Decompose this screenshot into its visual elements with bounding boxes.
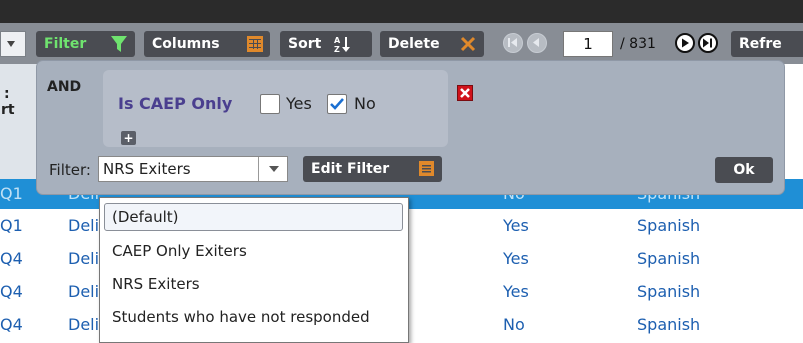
filter-dropdown-list: (Default) CAEP Only Exiters NRS Exiters … [99,197,409,343]
header-fragment: : [4,86,10,102]
page-total: / 831 [620,36,656,52]
dropdown-arrow-icon [7,41,15,47]
columns-button[interactable]: Columns [144,31,270,57]
svg-text:Z: Z [334,45,340,53]
dropdown-option-caep-only-exiters[interactable]: CAEP Only Exiters [112,242,247,260]
row-cell: Deli [68,282,100,301]
last-page-icon [703,38,712,48]
filter-button-label: Filter [44,36,87,52]
columns-grid-icon [247,36,263,52]
row-cell: Yes [503,249,529,268]
grid-header: : rt [0,64,36,180]
edit-filter-icon [419,161,434,176]
remove-condition-button[interactable] [457,85,473,101]
top-bar [0,0,803,23]
funnel-icon [111,36,127,52]
row-cell: Yes [503,216,529,235]
sort-az-icon: A Z [334,36,350,53]
row-cell: No [503,315,525,334]
refresh-button-label: Refre [739,36,782,52]
add-condition-button[interactable]: + [121,131,136,145]
filter-select[interactable]: NRS Exiters [98,156,288,182]
delete-button-label: Delete [388,36,440,52]
sort-button-label: Sort [288,36,322,52]
close-icon [460,88,470,98]
dropdown-option-default[interactable]: (Default) [112,208,179,226]
filter-select-value: NRS Exiters [103,160,191,178]
row-cell: Q4 [0,249,23,268]
row-cell: Deli [68,249,100,268]
chevron-down-icon[interactable] [269,166,279,172]
refresh-button[interactable]: Refre [731,31,803,57]
row-cell: Q1 [0,184,23,203]
yes-label: Yes [286,94,312,113]
ok-button[interactable]: Ok [715,157,773,183]
row-cell: Spanish [637,216,701,235]
prev-page-button[interactable] [527,33,547,53]
filter-builder-panel: AND Is CAEP Only Yes No + Filter: NRS Ex… [36,60,785,195]
row-cell: Deli [68,216,100,235]
edit-filter-label: Edit Filter [311,161,390,177]
delete-button[interactable]: Delete [380,31,484,57]
header-fragment: rt [1,102,15,118]
checkmark-icon [330,98,344,110]
page-number-input[interactable]: 1 [563,31,613,57]
sort-button[interactable]: Sort A Z [280,31,372,57]
next-page-icon [682,38,689,48]
row-cell: Deli [68,315,100,334]
next-page-button[interactable] [675,33,695,53]
no-label: No [354,94,376,113]
filter-button[interactable]: Filter [36,31,135,57]
dropdown-option-nrs-exiters[interactable]: NRS Exiters [112,275,200,293]
left-dropdown[interactable] [0,31,26,57]
select-divider [258,157,259,181]
no-checkbox[interactable] [327,94,347,114]
row-cell: Q4 [0,282,23,301]
svg-text:A: A [334,36,341,45]
row-cell: Yes [503,282,529,301]
toolbar: Filter Columns Sort A Z Delete 1 / 831 R… [0,23,803,64]
yes-checkbox[interactable] [260,94,280,114]
row-cell: Q4 [0,315,23,334]
row-cell: Q1 [0,216,23,235]
first-page-icon [508,38,517,47]
condition-field-name: Is CAEP Only [118,94,233,113]
logic-operator[interactable]: AND [47,79,81,95]
row-cell: Spanish [637,249,701,268]
first-page-button[interactable] [503,33,523,53]
filter-label: Filter: [49,161,91,179]
delete-x-icon [460,36,476,52]
row-cell: Spanish [637,282,701,301]
prev-page-icon [533,38,539,47]
columns-button-label: Columns [152,36,220,52]
last-page-button[interactable] [698,33,718,53]
dropdown-option-students-not-responded[interactable]: Students who have not responded [112,308,370,326]
filter-condition: Is CAEP Only Yes No [103,70,473,147]
edit-filter-button[interactable]: Edit Filter [303,156,442,182]
row-cell: Spanish [637,315,701,334]
